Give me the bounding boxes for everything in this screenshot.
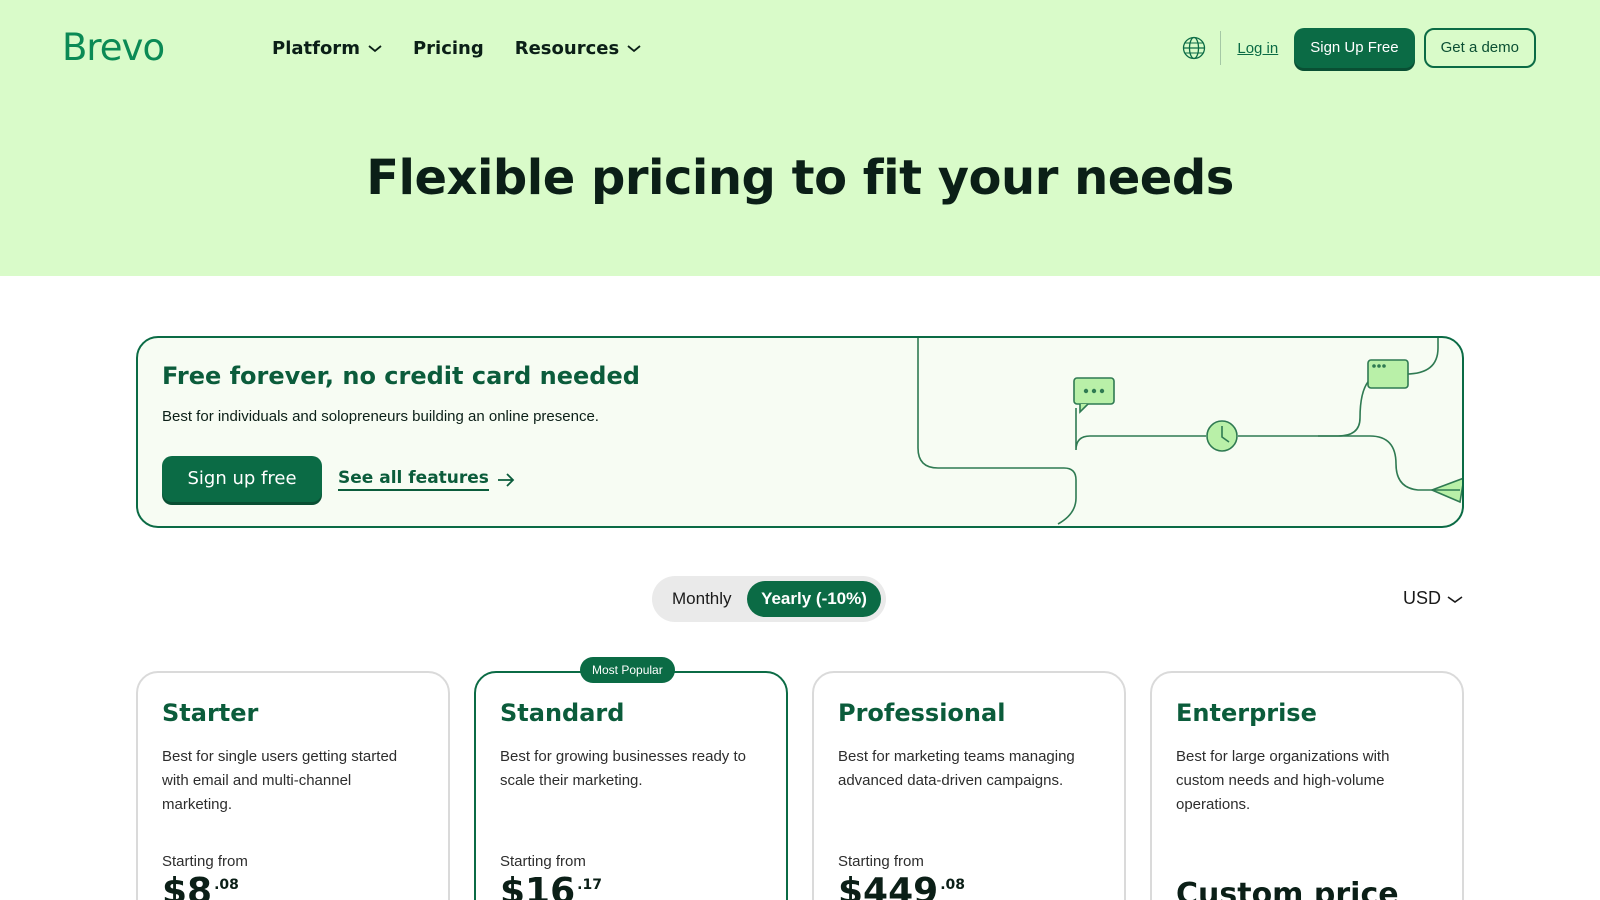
custom-price: Custom price xyxy=(1176,877,1399,900)
get-demo-button[interactable]: Get a demo xyxy=(1423,28,1536,68)
free-plan-title: Free forever, no credit card needed xyxy=(162,362,640,390)
plan-card-enterprise: Enterprise Best for large organizations … xyxy=(1150,671,1464,900)
billing-toggle: Monthly Yearly (-10%) xyxy=(652,576,886,622)
arrow-right-icon xyxy=(497,472,515,487)
nav-resources-label: Resources xyxy=(514,38,620,59)
header-divider xyxy=(1220,31,1222,65)
billing-yearly-option[interactable]: Yearly (-10%) xyxy=(747,581,881,617)
signup-free-cta-button[interactable]: Sign up free xyxy=(162,456,322,502)
price-main: $8 xyxy=(162,871,213,900)
most-popular-badge: Most Popular xyxy=(580,657,675,683)
paper-plane-icon xyxy=(1429,477,1462,504)
plan-description: Best for marketing teams managing advanc… xyxy=(838,748,1075,789)
plan-description: Best for large organizations with custom… xyxy=(1176,748,1390,813)
see-all-features-label: See all features xyxy=(338,468,489,491)
chevron-down-icon xyxy=(368,44,382,52)
plan-price: $449.08 xyxy=(838,871,965,900)
main-nav: Platform Pricing Resources xyxy=(272,38,641,59)
price-main: $16 xyxy=(500,871,576,900)
plan-card-standard: Standard Best for growing businesses rea… xyxy=(474,671,788,900)
browser-window-icon xyxy=(1367,359,1409,389)
nav-pricing[interactable]: Pricing xyxy=(413,38,484,59)
plan-name: Enterprise xyxy=(1176,699,1317,727)
brevo-logo[interactable]: Brevo xyxy=(62,26,165,69)
globe-icon[interactable] xyxy=(1182,36,1206,60)
nav-platform-label: Platform xyxy=(272,38,360,59)
plan-description: Best for single users getting started wi… xyxy=(162,748,398,813)
plan-price: $16.17 xyxy=(500,871,602,900)
nav-pricing-label: Pricing xyxy=(412,38,484,59)
chevron-down-icon xyxy=(1447,595,1463,603)
currency-select[interactable]: USD xyxy=(1403,588,1463,609)
nav-resources[interactable]: Resources xyxy=(515,38,641,59)
plan-name: Starter xyxy=(162,699,259,727)
login-link[interactable]: Log in xyxy=(1237,40,1278,57)
plan-name: Professional xyxy=(838,699,1006,727)
plan-name: Standard xyxy=(500,699,625,727)
chat-bubble-icon xyxy=(1073,377,1115,414)
nav-platform[interactable]: Platform xyxy=(272,38,382,59)
price-cents: .17 xyxy=(577,877,602,893)
hero-section: Brevo Platform Pricing Resources Log in … xyxy=(0,0,1600,276)
starting-from-label: Starting from xyxy=(838,853,924,870)
starting-from-label: Starting from xyxy=(500,853,586,870)
signup-free-button[interactable]: Sign Up Free xyxy=(1294,28,1415,68)
price-cents: .08 xyxy=(940,877,966,893)
price-main: $449 xyxy=(838,871,939,900)
page-title: Flexible pricing to fit your needs xyxy=(366,150,1234,206)
clock-icon xyxy=(1206,420,1238,452)
header-actions: Log in Sign Up Free Get a demo xyxy=(1182,28,1536,68)
plan-price: $8.08 xyxy=(162,871,239,900)
free-plan-card: Free forever, no credit card needed Best… xyxy=(136,336,1464,528)
billing-monthly-option[interactable]: Monthly xyxy=(672,589,732,609)
free-plan-description: Best for individuals and solopreneurs bu… xyxy=(162,408,599,425)
currency-value: USD xyxy=(1403,588,1442,608)
price-cents: .08 xyxy=(214,877,239,893)
workflow-illustration xyxy=(917,338,1462,525)
plan-card-starter: Starter Best for single users getting st… xyxy=(136,671,450,900)
plan-description: Best for growing businesses ready to sca… xyxy=(500,748,746,789)
starting-from-label: Starting from xyxy=(162,853,248,870)
see-all-features-link[interactable]: See all features xyxy=(338,468,515,491)
plan-card-professional: Professional Best for marketing teams ma… xyxy=(812,671,1126,900)
chevron-down-icon xyxy=(627,44,641,52)
